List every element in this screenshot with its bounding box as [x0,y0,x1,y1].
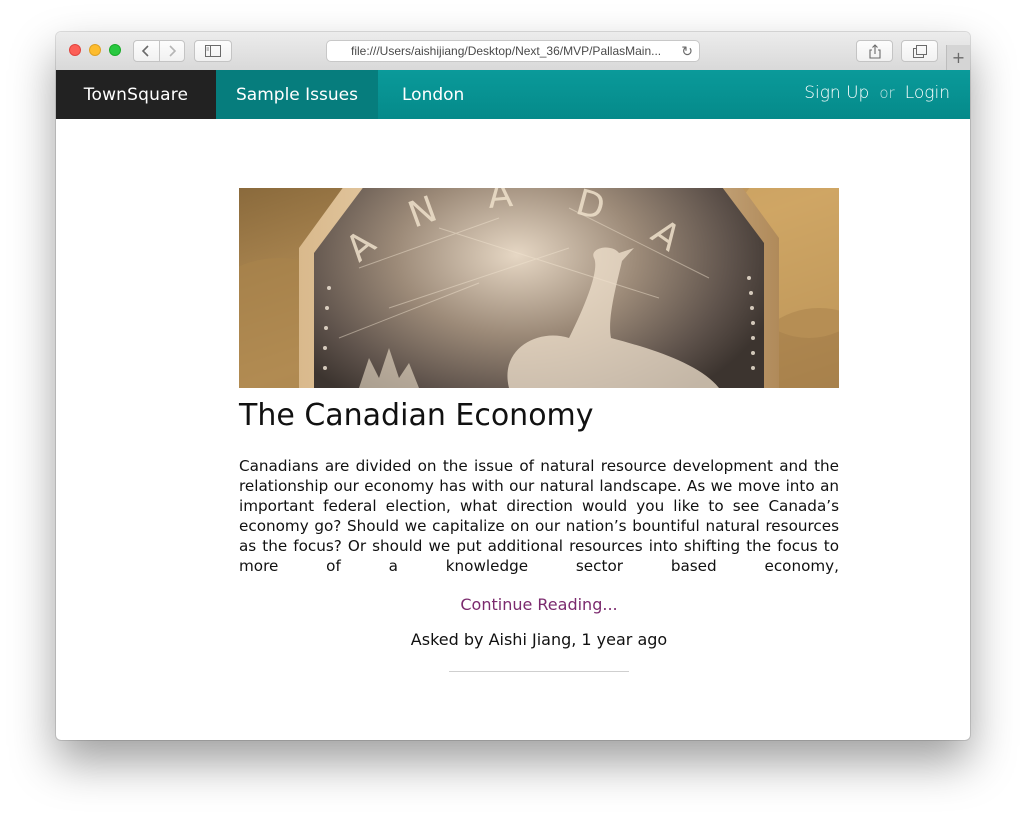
browser-window: file:///Users/aishijiang/Desktop/Next_36… [56,32,970,740]
reload-icon[interactable]: ↻ [681,43,693,60]
new-tab-button[interactable]: + [946,45,970,70]
sign-up-link[interactable]: Sign Up [804,83,869,103]
nav-sample-issues[interactable]: Sample Issues [216,70,378,119]
browser-toolbar: file:///Users/aishijiang/Desktop/Next_36… [56,32,970,71]
canadian-dollar-coin-image: A N A D A [239,188,839,388]
share-button[interactable] [856,40,893,62]
continue-reading-link[interactable]: Continue Reading... [239,595,839,614]
chevron-right-icon [169,45,176,57]
nav-london[interactable]: London [402,70,464,119]
maximize-window-button[interactable] [109,44,121,56]
article-hero-image: A N A D A [239,188,839,388]
chevron-left-icon [142,45,149,57]
sidebar-icon [205,45,221,57]
divider [449,671,629,672]
tabs-icon [912,44,927,58]
article-title: The Canadian Economy [239,398,594,433]
share-icon [868,43,881,59]
brand-logo-link[interactable]: TownSquare [56,70,216,119]
site-navbar: TownSquare Sample Issues London Sign Up … [56,70,970,119]
auth-links: Sign Up or Login [804,70,950,116]
address-text: file:///Users/aishijiang/Desktop/Next_36… [351,44,662,58]
asked-by-meta: Asked by Aishi Jiang, 1 year ago [410,630,668,649]
or-separator: or [879,84,895,102]
minimize-window-button[interactable] [89,44,101,56]
show-tabs-button[interactable] [901,40,938,62]
plus-icon: + [951,48,966,67]
close-window-button[interactable] [69,44,81,56]
address-bar[interactable]: file:///Users/aishijiang/Desktop/Next_36… [326,40,700,62]
back-button[interactable] [134,41,159,61]
login-link[interactable]: Login [905,83,950,103]
forward-button[interactable] [158,41,185,61]
coin-letter: A [486,188,514,217]
article-excerpt: Canadians are divided on the issue of na… [239,457,839,575]
sidebar-toggle-button[interactable] [194,40,232,62]
history-nav [133,40,185,62]
